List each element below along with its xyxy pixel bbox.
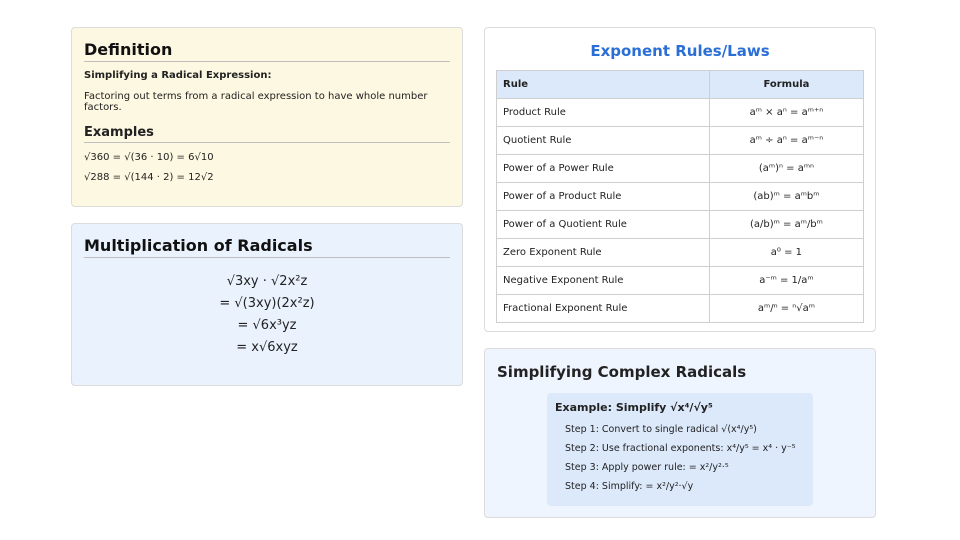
multiplication-line: = x√6xyz — [236, 340, 298, 355]
formula-cell: (aᵐ)ⁿ = aᵐⁿ — [708, 154, 865, 183]
multiplication-title: Multiplication of Radicals — [84, 236, 450, 258]
definition-subheading: Simplifying a Radical Expression: — [84, 70, 272, 81]
table-row: Power of a Quotient Rule (a/b)ᵐ = aᵐ/bᵐ — [496, 210, 865, 239]
rule-cell: Quotient Rule — [496, 126, 710, 155]
rule-cell: Fractional Exponent Rule — [496, 294, 710, 323]
table-row: Zero Exponent Rule a⁰ = 1 — [496, 238, 865, 267]
table-row: Negative Exponent Rule a⁻ᵐ = 1/aᵐ — [496, 266, 865, 295]
rule-cell: Product Rule — [496, 98, 710, 127]
rule-cell: Power of a Power Rule — [496, 154, 710, 183]
rule-column-header: Rule — [496, 70, 710, 99]
rule-cell: Zero Exponent Rule — [496, 238, 710, 267]
table-row: Product Rule aᵐ × aⁿ = aᵐ⁺ⁿ — [496, 98, 865, 127]
definition-title: Definition — [84, 40, 450, 62]
table-row: Fractional Exponent Rule aᵐ/ⁿ = ⁿ√aᵐ — [496, 294, 865, 323]
step-line: Step 2: Use fractional exponents: x⁴/y⁵ … — [565, 443, 796, 454]
multiplication-card: Multiplication of Radicals √3xy · √2x²z … — [71, 223, 463, 386]
example-box: Example: Simplify √x⁴/√y⁵ Step 1: Conver… — [547, 393, 813, 506]
formula-cell: a⁻ᵐ = 1/aᵐ — [708, 266, 865, 295]
multiplication-line: = √(3xy)(2x²z) — [219, 296, 315, 311]
formula-cell: aᵐ ÷ aⁿ = aᵐ⁻ⁿ — [708, 126, 865, 155]
table-row: Power of a Product Rule (ab)ᵐ = aᵐbᵐ — [496, 182, 865, 211]
step-line: Step 4: Simplify: = x²/y²·√y — [565, 481, 694, 492]
exponent-rules-title: Exponent Rules/Laws — [590, 42, 770, 60]
formula-cell: aᵐ/ⁿ = ⁿ√aᵐ — [708, 294, 865, 323]
example-line: √360 = √(36 · 10) = 6√10 — [84, 152, 214, 163]
definition-description: Factoring out terms from a radical expre… — [84, 91, 428, 113]
step-line: Step 1: Convert to single radical √(x⁴/y… — [565, 424, 757, 435]
table-header-row: Rule Formula — [496, 70, 865, 99]
complex-radicals-card: Simplifying Complex Radicals Example: Si… — [484, 348, 876, 518]
formula-cell: aᵐ × aⁿ = aᵐ⁺ⁿ — [708, 98, 865, 127]
formula-cell: (a/b)ᵐ = aᵐ/bᵐ — [708, 210, 865, 239]
examples-title: Examples — [84, 125, 450, 143]
example-line: √288 = √(144 · 2) = 12√2 — [84, 172, 214, 183]
table-row: Quotient Rule aᵐ ÷ aⁿ = aᵐ⁻ⁿ — [496, 126, 865, 155]
step-line: Step 3: Apply power rule: = x²/y²·⁵ — [565, 462, 729, 473]
complex-radicals-title: Simplifying Complex Radicals — [497, 363, 747, 381]
formula-column-header: Formula — [708, 70, 865, 99]
formula-cell: (ab)ᵐ = aᵐbᵐ — [708, 182, 865, 211]
multiplication-line: = √6x³yz — [237, 318, 297, 333]
rule-cell: Negative Exponent Rule — [496, 266, 710, 295]
definition-card: Definition Simplifying a Radical Express… — [71, 27, 463, 207]
example-heading: Example: Simplify √x⁴/√y⁵ — [555, 401, 713, 414]
table-row: Power of a Power Rule (aᵐ)ⁿ = aᵐⁿ — [496, 154, 865, 183]
exponent-rules-table: Rule Formula Product Rule aᵐ × aⁿ = aᵐ⁺ⁿ … — [496, 70, 865, 323]
formula-cell: a⁰ = 1 — [708, 238, 865, 267]
rule-cell: Power of a Product Rule — [496, 182, 710, 211]
multiplication-line: √3xy · √2x²z — [226, 274, 308, 289]
exponent-rules-card: Exponent Rules/Laws Rule Formula Product… — [484, 27, 876, 332]
rule-cell: Power of a Quotient Rule — [496, 210, 710, 239]
multiplication-steps: √3xy · √2x²z = √(3xy)(2x²z) = √6x³yz = x… — [84, 271, 450, 359]
